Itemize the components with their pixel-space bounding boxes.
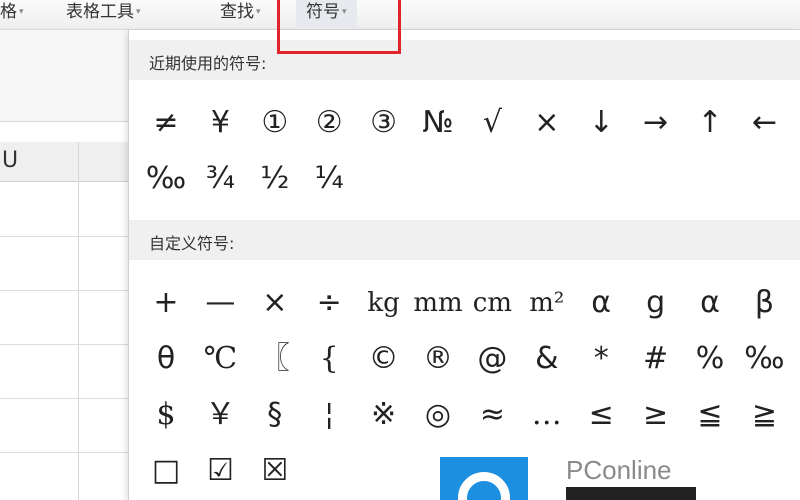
custom-symbol-button[interactable]: ÷ bbox=[302, 276, 356, 330]
spreadsheet-area: U bbox=[0, 30, 130, 500]
watermark-text: PConline bbox=[566, 455, 672, 485]
custom-symbol-button[interactable]: β bbox=[737, 276, 791, 330]
custom-symbol-button[interactable]: { bbox=[302, 332, 356, 386]
custom-symbol-button[interactable]: × bbox=[248, 276, 302, 330]
custom-symbol-button[interactable]: ‰ bbox=[737, 332, 791, 386]
grid-line bbox=[0, 344, 130, 345]
column-header[interactable]: U bbox=[0, 142, 130, 182]
custom-symbol-button[interactable]: 〖 bbox=[248, 332, 302, 386]
custom-symbol-button[interactable]: ® bbox=[411, 332, 465, 386]
chevron-down-icon: ▾ bbox=[19, 7, 24, 17]
custom-symbol-button[interactable]: m² bbox=[520, 276, 574, 330]
menu-find[interactable]: 查找 ▾ bbox=[220, 0, 261, 28]
custom-symbol-button[interactable]: ≧ bbox=[737, 388, 791, 442]
grid-line bbox=[78, 142, 79, 500]
custom-symbol-button[interactable]: $ bbox=[139, 388, 193, 442]
custom-symbol-button[interactable]: & bbox=[520, 332, 574, 386]
grid-line bbox=[0, 290, 130, 291]
recent-symbol-button[interactable]: ¥ bbox=[193, 96, 247, 150]
recent-symbol-button[interactable]: √ bbox=[465, 96, 519, 150]
custom-symbol-button[interactable]: ◎ bbox=[411, 388, 465, 442]
recent-symbol-button[interactable]: ← bbox=[737, 96, 791, 150]
custom-symbol-button[interactable]: — bbox=[193, 276, 247, 330]
recent-symbol-button[interactable]: ② bbox=[302, 96, 356, 150]
custom-symbol-button[interactable]: ☑ bbox=[193, 444, 247, 498]
menu-table-tools-label: 表格工具 bbox=[66, 2, 134, 22]
symbol-panel: 近期使用的符号: ≠ ¥ ① ② ③ № √ × ↓ → ↑ ← ‰ ¾ ½ ¼ 自定义符号: + — × ÷ kg m… bbox=[128, 30, 800, 500]
custom-symbol-button[interactable]: ≥ bbox=[629, 388, 683, 442]
grid-line bbox=[0, 236, 130, 237]
custom-symbol-button[interactable]: @ bbox=[465, 332, 519, 386]
recent-symbols-title: 近期使用的符号: bbox=[149, 54, 267, 73]
grid-line bbox=[0, 398, 130, 399]
grid-line bbox=[0, 452, 130, 453]
recent-symbol-button[interactable]: ¾ bbox=[193, 152, 247, 206]
recent-symbol-button[interactable]: ½ bbox=[248, 152, 302, 206]
custom-symbol-button[interactable]: © bbox=[357, 332, 411, 386]
custom-symbol-button[interactable]: ℃ bbox=[193, 332, 247, 386]
menu-table-tools[interactable]: 表格工具 ▾ bbox=[66, 0, 141, 28]
custom-symbol-button[interactable]: ※ bbox=[357, 388, 411, 442]
custom-symbol-button[interactable]: § bbox=[248, 388, 302, 442]
custom-symbol-button[interactable]: % bbox=[683, 332, 737, 386]
custom-symbol-button[interactable]: # bbox=[629, 332, 683, 386]
custom-symbol-button[interactable]: * bbox=[574, 332, 628, 386]
custom-symbol-button[interactable]: ¦ bbox=[302, 388, 356, 442]
chevron-down-icon: ▾ bbox=[136, 7, 141, 17]
watermark-bar bbox=[566, 487, 696, 500]
recent-symbol-button[interactable]: ③ bbox=[357, 96, 411, 150]
recent-symbol-button[interactable]: ↑ bbox=[683, 96, 737, 150]
highlight-box bbox=[277, 0, 401, 54]
custom-symbol-button[interactable]: mm bbox=[411, 276, 465, 330]
custom-symbol-button[interactable]: ≦ bbox=[683, 388, 737, 442]
custom-symbol-button[interactable]: ≈ bbox=[465, 388, 519, 442]
chevron-down-icon: ▾ bbox=[256, 7, 261, 17]
custom-symbol-button[interactable]: ￥ bbox=[193, 388, 247, 442]
recent-symbol-button[interactable]: ¼ bbox=[302, 152, 356, 206]
menu-partial-label: 格 bbox=[0, 2, 17, 22]
recent-symbol-button[interactable]: № bbox=[411, 96, 465, 150]
recent-symbols-header: 近期使用的符号: bbox=[129, 40, 800, 80]
formula-area bbox=[0, 30, 130, 122]
custom-symbol-button[interactable]: α bbox=[683, 276, 737, 330]
menu-find-label: 查找 bbox=[220, 2, 254, 22]
column-header-label: U bbox=[2, 148, 19, 173]
custom-symbol-button[interactable]: g bbox=[629, 276, 683, 330]
recent-symbol-button[interactable]: × bbox=[520, 96, 574, 150]
custom-symbols-header: 自定义符号: bbox=[129, 220, 800, 260]
custom-symbol-button[interactable]: θ bbox=[139, 332, 193, 386]
recent-symbol-button[interactable]: ① bbox=[248, 96, 302, 150]
custom-symbol-button[interactable]: ☒ bbox=[248, 444, 302, 498]
recent-symbol-button[interactable]: ≠ bbox=[139, 96, 193, 150]
custom-symbol-button[interactable]: kg bbox=[357, 276, 411, 330]
recent-symbol-button[interactable]: ‰ bbox=[139, 152, 193, 206]
custom-symbol-button[interactable]: … bbox=[520, 388, 574, 442]
custom-symbol-button[interactable]: □ bbox=[139, 444, 193, 498]
custom-symbol-button[interactable]: α bbox=[574, 276, 628, 330]
menu-partial[interactable]: 格 ▾ bbox=[0, 0, 24, 28]
recent-symbol-button[interactable]: → bbox=[629, 96, 683, 150]
custom-symbols-title: 自定义符号: bbox=[149, 234, 235, 253]
recent-symbol-button[interactable]: ↓ bbox=[574, 96, 628, 150]
custom-symbol-button[interactable]: ≤ bbox=[574, 388, 628, 442]
custom-symbol-button[interactable]: + bbox=[139, 276, 193, 330]
custom-symbol-button[interactable]: cm bbox=[465, 276, 519, 330]
